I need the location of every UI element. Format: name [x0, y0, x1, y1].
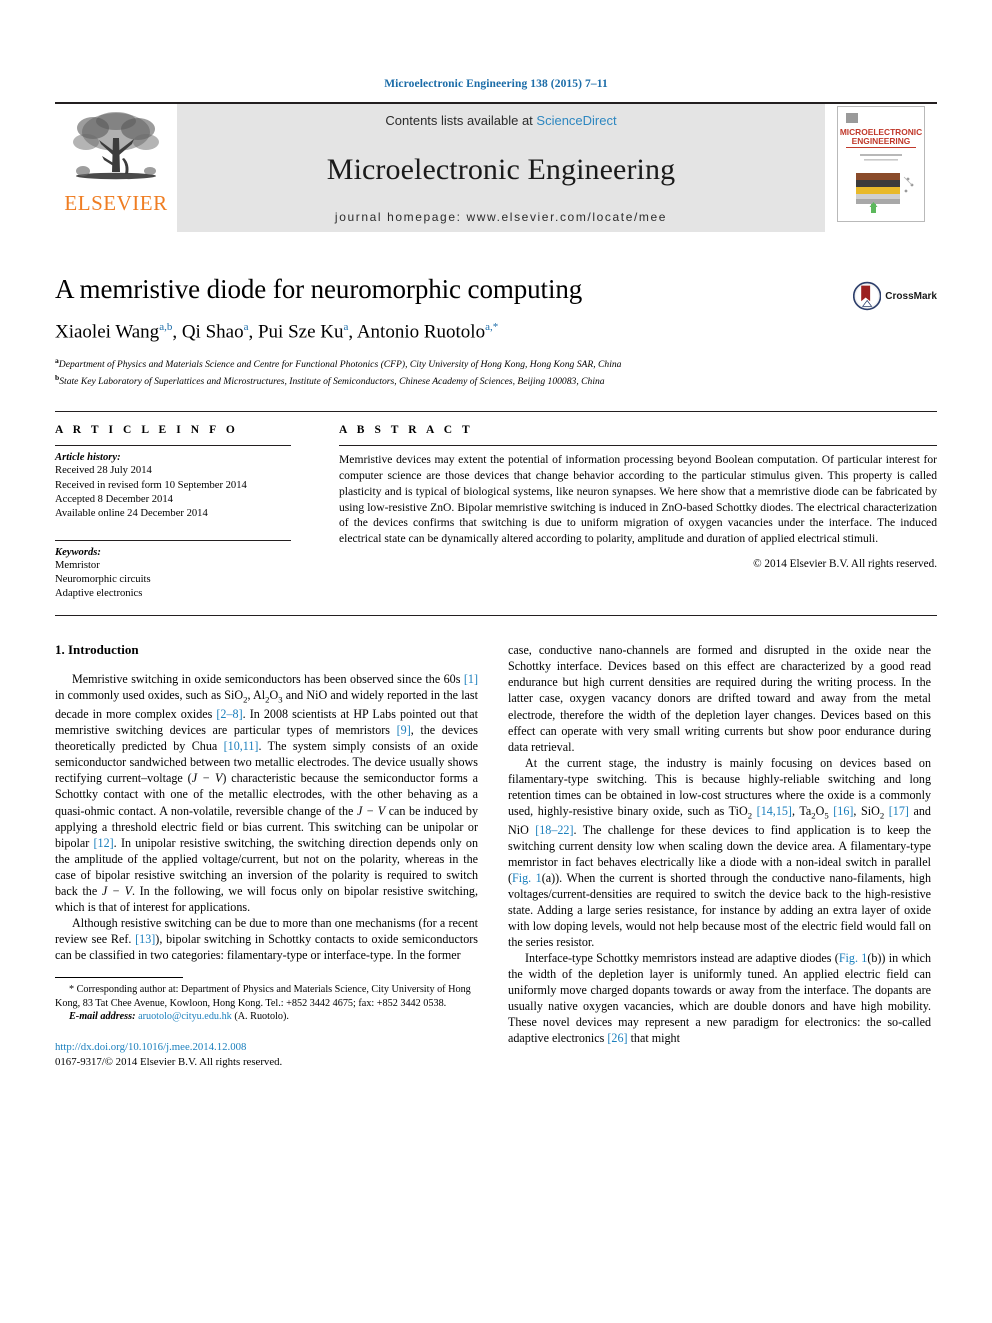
contents-lists-line: Contents lists available at ScienceDirec…	[385, 113, 616, 128]
history-item-3: Available online 24 December 2014	[55, 508, 208, 520]
email-note: E-mail address: aruotolo@cityu.edu.hk (A…	[55, 1010, 478, 1024]
author-list: Xiaolei Wanga,b, Qi Shaoa, Pui Sze Kua, …	[55, 321, 499, 343]
author-1-name: Qi Shao	[181, 321, 244, 343]
history-item-1: Received in revised form 10 September 20…	[55, 479, 247, 491]
abstract-copyright: © 2014 Elsevier B.V. All rights reserved…	[753, 557, 937, 570]
elsevier-logo: ELSEVIER	[55, 104, 177, 232]
author-0-marks: a,b	[159, 321, 173, 334]
journal-homepage-link[interactable]: journal homepage: www.elsevier.com/locat…	[335, 210, 667, 224]
journal-masthead: ELSEVIER Contents lists available at Sci…	[55, 102, 937, 232]
body-columns: 1. Introduction Memristive switching in …	[55, 642, 937, 1070]
journal-cover-thumbnail: MICROELECTRONIC ENGINEERING	[837, 106, 925, 222]
paragraph-right-2: Interface-type Schottky memristors inste…	[508, 950, 931, 1045]
keyword-1: Neuromorphic circuits	[55, 573, 151, 585]
abstract-column: A B S T R A C T Memristive devices may e…	[313, 424, 937, 601]
elsevier-tree-icon	[73, 112, 159, 180]
author-2-marks: a	[343, 321, 349, 334]
contents-prefix: Contents lists available at	[385, 113, 537, 128]
paragraph-right-0: case, conductive nano-channels are forme…	[508, 643, 931, 754]
author-2-name: Pui Sze Ku	[257, 321, 344, 343]
article-info-heading: A R T I C L E I N F O	[55, 424, 239, 437]
keyword-2: Adaptive electronics	[55, 588, 143, 600]
abstract-divider	[339, 445, 937, 447]
author-1-marks: a	[243, 321, 249, 334]
email-label: E-mail address:	[69, 1011, 136, 1023]
affiliation-list: aDepartment of Physics and Materials Sci…	[55, 355, 937, 389]
author-3-name: Antonio Ruotolo	[356, 321, 486, 343]
paragraph-left-1: Although resistive switching can be due …	[55, 915, 478, 962]
abstract-text: Memristive devices may extent the potent…	[339, 453, 937, 546]
affiliation-b-text: State Key Laboratory of Superlattices an…	[59, 376, 605, 388]
corresponding-text: Corresponding author at: Department of P…	[55, 983, 471, 1009]
page-title: A memristive diode for neuromorphic comp…	[55, 274, 583, 304]
abstract-heading: A B S T R A C T	[339, 424, 474, 437]
corresponding-marker: *	[69, 983, 75, 995]
elsevier-wordmark: ELSEVIER	[64, 191, 168, 215]
article-header: A memristive diode for neuromorphic comp…	[55, 274, 937, 389]
affiliation-a-text: Department of Physics and Materials Scie…	[58, 359, 622, 371]
running-head: Microelectronic Engineering 138 (2015) 7…	[384, 78, 608, 90]
journal-article-page: Microelectronic Engineering 138 (2015) 7…	[0, 0, 992, 1323]
crossmark-icon	[853, 281, 882, 311]
body-column-left: 1. Introduction Memristive switching in …	[55, 642, 478, 1070]
info-divider-keywords	[55, 539, 291, 541]
sciencedirect-link[interactable]: ScienceDirect	[536, 113, 616, 128]
crossmark-badge[interactable]: CrossMark	[853, 276, 937, 316]
info-divider-top	[55, 445, 291, 447]
article-history-list: Received 28 July 2014 Received in revise…	[55, 464, 291, 521]
body-column-right: case, conductive nano-channels are forme…	[508, 642, 931, 1070]
paragraph-left-0: Memristive switching in oxide semiconduc…	[55, 672, 479, 914]
journal-title: Microelectronic Engineering	[326, 153, 676, 186]
keywords-block: Keywords: Memristor Neuromorphic circuit…	[55, 539, 291, 602]
email-link[interactable]: aruotolo@cityu.edu.hk	[138, 1011, 232, 1022]
footer-block: http://dx.doi.org/10.1016/j.mee.2014.12.…	[55, 1040, 478, 1070]
paragraph-right-1: At the current stage, the industry is ma…	[508, 755, 931, 949]
email-suffix: (A. Ruotolo).	[234, 1011, 289, 1023]
journal-banner: Contents lists available at ScienceDirec…	[177, 104, 825, 232]
affiliation-a: aDepartment of Physics and Materials Sci…	[55, 355, 937, 372]
affiliation-b: bState Key Laboratory of Superlattices a…	[55, 372, 937, 389]
author-3-marks: a,*	[485, 321, 499, 334]
crossmark-label: CrossMark	[885, 290, 937, 302]
svg-text:ENGINEERING: ENGINEERING	[852, 136, 911, 146]
section-heading-introduction: 1. Introduction	[55, 642, 139, 658]
footnote-divider	[55, 976, 183, 978]
journal-cover-block: MICROELECTRONIC ENGINEERING	[825, 104, 937, 232]
info-abstract-band: A R T I C L E I N F O Article history: R…	[55, 411, 937, 617]
keywords-label: Keywords:	[55, 546, 101, 558]
footnote-block: * Corresponding author at: Department of…	[55, 976, 478, 1025]
issn-copyright-line: 0167-9317/© 2014 Elsevier B.V. All right…	[55, 1056, 283, 1069]
keyword-0: Memristor	[55, 559, 100, 571]
doi-link[interactable]: http://dx.doi.org/10.1016/j.mee.2014.12.…	[55, 1040, 478, 1055]
keywords-list: Memristor Neuromorphic circuits Adaptive…	[55, 559, 291, 602]
history-item-2: Accepted 8 December 2014	[55, 493, 173, 505]
article-info-column: A R T I C L E I N F O Article history: R…	[55, 424, 313, 601]
history-item-0: Received 28 July 2014	[55, 465, 152, 477]
cover-artwork-icon: MICROELECTRONIC ENGINEERING	[838, 107, 924, 221]
article-history-label: Article history:	[55, 452, 121, 464]
corresponding-author-note: * Corresponding author at: Department of…	[55, 983, 478, 1011]
author-0-name: Xiaolei Wang	[55, 321, 160, 343]
